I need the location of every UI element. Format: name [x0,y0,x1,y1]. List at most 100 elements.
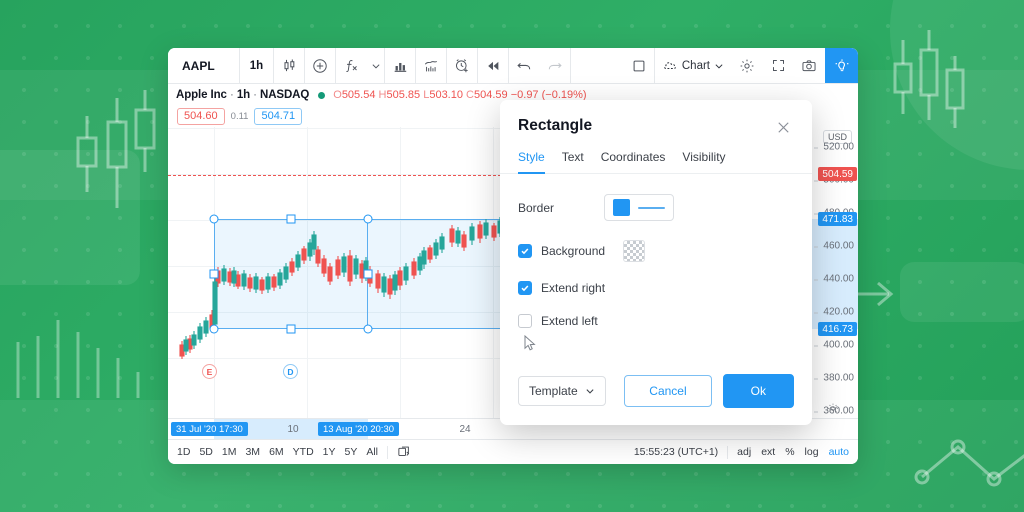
template-dropdown[interactable]: Template [518,376,606,406]
background-color-swatch[interactable] [623,240,646,262]
dividend-marker[interactable]: D [283,364,298,379]
legend-sep-1: · [229,89,234,101]
option-percent[interactable]: % [785,446,794,458]
interval-button[interactable]: 1h [240,48,274,83]
symbol-label: AAPL [182,58,215,73]
border-line-style-preview[interactable] [638,206,665,209]
rect-handle-top-center[interactable] [286,214,296,224]
redo-icon[interactable] [540,48,571,83]
range-1m[interactable]: 1M [222,446,237,458]
range-all[interactable]: All [366,446,378,458]
rect-handle-mid-left[interactable] [209,269,219,279]
range-ytd[interactable]: YTD [293,446,314,458]
rect-handle-top-left[interactable] [209,214,219,224]
extend-left-row: Extend left [518,314,794,328]
border-label: Border [518,200,555,215]
tab-visibility[interactable]: Visibility [682,150,725,174]
tab-text[interactable]: Text [562,150,584,174]
background-label: Background [541,244,606,258]
ok-button[interactable]: Ok [722,374,794,408]
option-ext[interactable]: ext [761,446,775,458]
range-selector: 1D 5D 1M 3M 6M YTD 1Y 5Y All [177,446,378,458]
range-1y[interactable]: 1Y [323,446,336,458]
replay-rewind-icon[interactable] [478,48,509,83]
camera-icon[interactable] [794,48,825,83]
chevron-down-icon [715,63,723,69]
spread-value: 0.11 [230,111,249,122]
cloud-icon [664,62,676,69]
add-compare-icon[interactable] [305,48,336,83]
rect-handle-bottom-center[interactable] [286,324,296,334]
top-toolbar: AAPL 1h Chart [168,48,858,84]
border-row: Border [518,194,794,221]
rectangle-settings-dialog: Rectangle Style Text Coordinates Visibil… [500,100,812,425]
clock-label: 15:55:23 (UTC+1) [633,446,719,458]
legend-sep-2: · [253,89,257,101]
check-icon [521,248,529,255]
extend-right-label: Extend right [541,281,606,295]
indicators-fx-icon[interactable] [336,48,367,83]
gear-icon[interactable] [732,48,763,83]
ask-price-badge[interactable]: 504.71 [254,108,303,125]
tab-coordinates[interactable]: Coordinates [601,150,666,174]
earnings-marker[interactable]: E [202,364,217,379]
status-bar: 1D 5D 1M 3M 6M YTD 1Y 5Y All 15:55:23 (U… [168,439,858,464]
background-line-chart [914,439,1024,487]
extend-left-label: Extend left [541,314,598,328]
range-1d[interactable]: 1D [177,446,190,458]
extend-right-checkbox[interactable] [518,281,532,295]
extend-left-checkbox[interactable] [518,314,532,328]
legend-company: Apple Inc [176,89,227,101]
time-tick: 10 [287,424,299,435]
chart-layout-button[interactable]: Chart [655,48,732,83]
market-status-dot [318,91,326,99]
range-5y[interactable]: 5Y [345,446,358,458]
option-auto[interactable]: auto [829,446,849,458]
rect-handle-mid-right[interactable] [363,269,373,279]
dialog-footer: Template Cancel Ok [500,374,812,425]
tab-style[interactable]: Style [518,150,545,174]
rect-handle-bottom-right[interactable] [363,324,373,334]
candlestick-type-icon[interactable] [274,48,305,83]
bid-price-badge[interactable]: 504.60 [177,108,225,125]
range-5d[interactable]: 5D [199,446,212,458]
single-layout-icon[interactable] [624,48,655,83]
price-tick: 380.00 [814,372,854,384]
background-candles-left [76,90,156,208]
rect-handle-bottom-left[interactable] [209,324,219,334]
cancel-button[interactable]: Cancel [624,375,712,407]
range-3m[interactable]: 3M [245,446,260,458]
legend-title[interactable]: Apple Inc · 1h · NASDAQ [176,89,309,101]
rect-handle-top-right[interactable] [363,214,373,224]
option-adj[interactable]: adj [737,446,751,458]
chevron-down-icon[interactable] [367,48,385,83]
ohlc-low-value: 503.10 [429,89,463,101]
ohlc-close-key: C [466,89,474,101]
price-axis[interactable]: USD 520.00 500.00 480.00 460.00 440.00 4… [806,127,858,418]
close-icon[interactable] [773,117,794,138]
symbol-button[interactable]: AAPL [168,48,240,83]
mouse-cursor [524,334,537,357]
rect-top-price-badge: 471.83 [818,212,857,226]
border-color-swatch[interactable] [613,199,630,216]
bar-chart-icon[interactable] [385,48,416,83]
border-style-control[interactable] [604,194,674,221]
scale-options: adj ext % log auto [737,446,849,458]
undo-icon[interactable] [509,48,540,83]
price-tick: 400.00 [814,339,854,351]
dialog-body: Border Background Extend right Extend le… [500,174,812,374]
status-divider-2 [727,445,729,459]
lightbulb-icon[interactable] [825,48,858,83]
alert-clock-icon[interactable] [447,48,478,83]
range-6m[interactable]: 6M [269,446,284,458]
rect-bottom-price-badge: 416.73 [818,322,857,336]
price-axis-settings-icon[interactable] [826,402,839,415]
extend-right-row: Extend right [518,281,794,295]
fullscreen-icon[interactable] [763,48,794,83]
date-range-icon[interactable] [397,445,411,459]
option-log[interactable]: log [805,446,819,458]
pattern-chart-icon[interactable] [416,48,447,83]
price-tick: 520.00 [814,141,854,153]
background-checkbox[interactable] [518,244,532,258]
